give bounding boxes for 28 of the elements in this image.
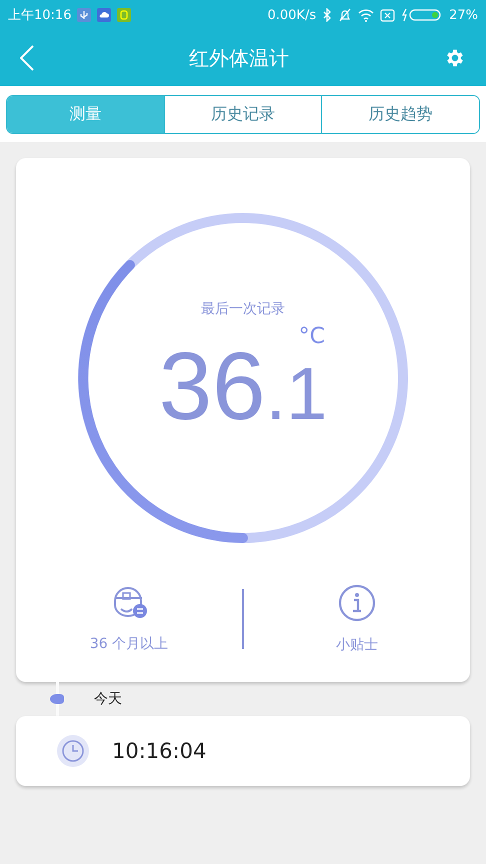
- back-icon[interactable]: [20, 45, 34, 71]
- status-time: 上午10:16: [8, 7, 72, 24]
- temperature-value: 36: [158, 339, 266, 435]
- record-time: 10:16:04: [112, 739, 206, 763]
- battery-percent: 27%: [449, 8, 478, 22]
- usb-icon: [77, 8, 92, 22]
- record-card[interactable]: 10:16:04: [16, 716, 470, 786]
- cloud-icon: [97, 8, 112, 22]
- temperature-decimal: .1: [266, 357, 328, 431]
- info-label: 36 个月以上: [90, 635, 168, 653]
- sim-icon: [380, 8, 396, 22]
- info-icon[interactable]: [338, 584, 376, 622]
- tab[interactable]: 历史记录: [164, 96, 322, 133]
- clock-icon: [56, 734, 90, 768]
- last-record-caption: 最后一次记录: [201, 300, 285, 318]
- bell-off-icon: [338, 8, 352, 22]
- unit-label: °C: [298, 324, 325, 349]
- info-label: 小贴士: [336, 636, 378, 654]
- tab[interactable]: 历史趋势: [321, 96, 479, 133]
- tab[interactable]: 测量: [7, 96, 164, 133]
- network-speed: 0.00K/s: [267, 8, 316, 22]
- day-label: 今天: [94, 690, 122, 708]
- app-icon: [117, 8, 132, 22]
- wifi-icon: [358, 8, 374, 22]
- timeline-dot: [50, 694, 64, 704]
- battery-icon: [401, 8, 444, 22]
- page-title: 红外体温计: [189, 44, 289, 72]
- bluetooth-icon: [322, 8, 332, 22]
